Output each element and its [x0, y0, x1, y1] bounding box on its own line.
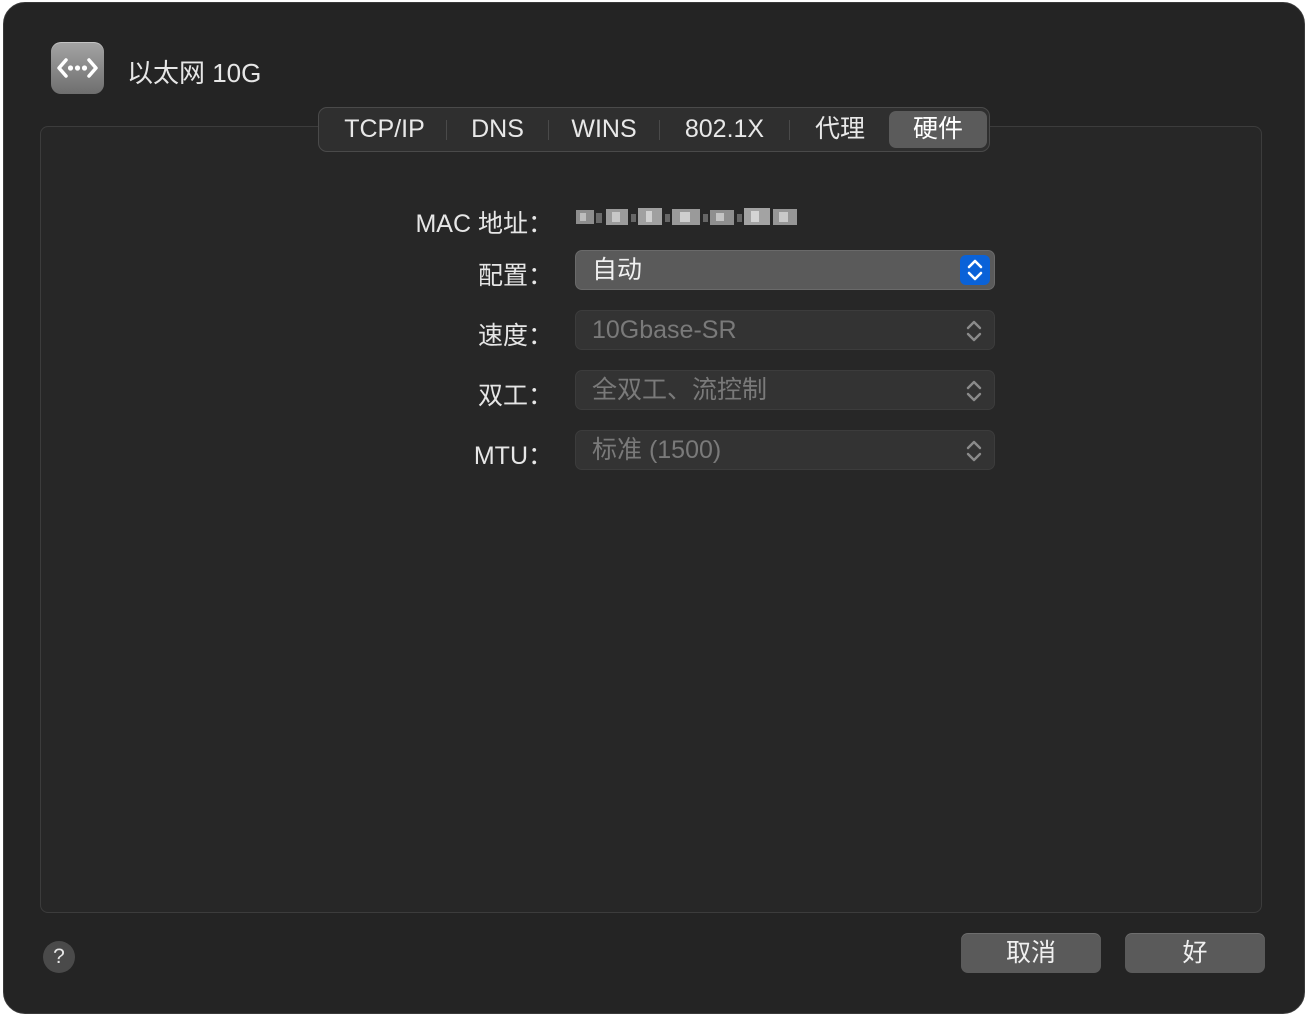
ethernet-icon: [51, 42, 104, 94]
duplex-label: 双工：: [477, 382, 553, 410]
configure-label: 配置：: [477, 262, 553, 290]
tab-divider: [659, 120, 660, 140]
tab-hardware[interactable]: 硬件: [889, 111, 987, 148]
cancel-button[interactable]: 取消: [961, 933, 1101, 973]
duplex-popup[interactable]: 全双工、流控制: [575, 370, 995, 410]
window-title: 以太网 10G: [127, 58, 262, 88]
duplex-value: 全双工、流控制: [592, 376, 768, 404]
hardware-panel: [40, 126, 1262, 913]
speed-value: 10Gbase-SR: [592, 316, 737, 344]
tab-divider: [789, 120, 790, 140]
configure-value: 自动: [592, 256, 643, 284]
chevron-up-down-icon: [964, 438, 984, 464]
mac-address-label: MAC 地址：: [415, 210, 553, 238]
tab-bar: TCP/IP DNS WINS 802.1X 代理 硬件: [318, 107, 990, 152]
tab-divider: [446, 120, 447, 140]
chevron-up-down-icon: [964, 378, 984, 404]
tab-divider: [548, 120, 549, 140]
tab-wins[interactable]: WINS: [552, 111, 656, 148]
mac-address-value-redacted: [576, 204, 800, 230]
mtu-label: MTU：: [473, 442, 553, 470]
help-button[interactable]: ?: [43, 941, 75, 973]
tab-8021x[interactable]: 802.1X: [663, 111, 786, 148]
chevron-up-down-icon: [960, 255, 990, 285]
chevron-up-down-icon: [964, 318, 984, 344]
configure-popup[interactable]: 自动: [575, 250, 995, 290]
mtu-value: 标准 (1500): [592, 436, 722, 464]
ok-button[interactable]: 好: [1125, 933, 1265, 973]
tab-proxy[interactable]: 代理: [793, 111, 887, 148]
mtu-popup[interactable]: 标准 (1500): [575, 430, 995, 470]
speed-label: 速度：: [477, 322, 553, 350]
tab-tcpip[interactable]: TCP/IP: [327, 111, 442, 148]
tab-dns[interactable]: DNS: [450, 111, 545, 148]
speed-popup[interactable]: 10Gbase-SR: [575, 310, 995, 350]
